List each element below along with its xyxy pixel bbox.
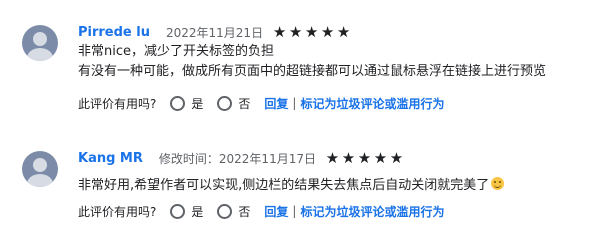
no-label: 否 xyxy=(238,204,251,219)
no-radio[interactable] xyxy=(217,203,233,219)
helpful-no-option[interactable]: 否 xyxy=(217,203,250,220)
smiling-face-emoji-icon xyxy=(491,177,505,190)
star-rating: ★ ★ ★ ★ ★ xyxy=(325,150,405,166)
review-date: 修改时间：2022年11月17日 xyxy=(158,151,316,166)
star-icon: ★ xyxy=(336,23,351,41)
report-abuse-link[interactable]: 标记为垃圾评论或滥用行为 xyxy=(300,203,444,220)
report-abuse-link[interactable]: 标记为垃圾评论或滥用行为 xyxy=(300,95,444,112)
avatar xyxy=(22,25,58,61)
author-name: Kang MR xyxy=(78,150,143,166)
helpful-no-option[interactable]: 否 xyxy=(217,95,250,112)
star-icon: ★ xyxy=(288,23,303,41)
helpful-question: 此评价有用吗? xyxy=(78,96,157,111)
review-header: Pirrede lu 2022年11月21日 ★ ★ ★ ★ ★ xyxy=(78,24,352,40)
star-icon: ★ xyxy=(373,149,388,167)
link-separator: | xyxy=(292,96,297,110)
star-icon: ★ xyxy=(357,149,372,167)
helpful-row: 此评价有用吗? 是 否 回复 | 标记为垃圾评论或滥用行为 xyxy=(78,201,444,221)
avatar-body xyxy=(27,48,53,61)
review-date: 2022年11月21日 xyxy=(165,25,264,40)
review-text-line: 非常nice，减少了开关标签的负担 xyxy=(78,44,274,59)
avatar xyxy=(22,151,58,187)
helpful-yes-option[interactable]: 是 xyxy=(170,95,203,112)
star-icon: ★ xyxy=(325,149,340,167)
reply-link[interactable]: 回复 xyxy=(264,203,288,220)
helpful-row: 此评价有用吗? 是 否 回复 | 标记为垃圾评论或滥用行为 xyxy=(78,93,444,113)
star-icon: ★ xyxy=(389,149,404,167)
helpful-yes-option[interactable]: 是 xyxy=(170,203,203,220)
review-text: 非常好用,希望作者可以实现,侧边栏的结果失去焦点后自动关闭就完美了 xyxy=(78,176,505,196)
star-icon: ★ xyxy=(341,149,356,167)
yes-radio[interactable] xyxy=(170,203,186,219)
avatar-head xyxy=(33,158,47,172)
yes-radio[interactable] xyxy=(170,95,186,111)
helpful-question: 此评价有用吗? xyxy=(78,204,157,219)
avatar-body xyxy=(27,174,53,187)
avatar-head xyxy=(33,32,47,46)
review-text-line: 有没有一种可能，做成所有页面中的超链接都可以通过鼠标悬浮在链接上进行预览 xyxy=(78,64,547,79)
star-icon: ★ xyxy=(304,23,319,41)
review-text-content: 非常好用,希望作者可以实现,侧边栏的结果失去焦点后自动关闭就完美了 xyxy=(78,178,490,193)
star-icon: ★ xyxy=(320,23,335,41)
no-radio[interactable] xyxy=(217,95,233,111)
reply-link[interactable]: 回复 xyxy=(264,95,288,112)
no-label: 否 xyxy=(238,96,251,111)
author-name: Pirrede lu xyxy=(78,24,150,40)
link-separator: | xyxy=(292,204,297,218)
star-icon: ★ xyxy=(272,23,287,41)
review-text: 非常nice，减少了开关标签的负担 有没有一种可能，做成所有页面中的超链接都可以… xyxy=(78,42,546,82)
review-header: Kang MR 修改时间：2022年11月17日 ★ ★ ★ ★ ★ xyxy=(78,150,405,166)
yes-label: 是 xyxy=(191,96,204,111)
star-rating: ★ ★ ★ ★ ★ xyxy=(272,24,352,40)
yes-label: 是 xyxy=(191,204,204,219)
review-text-line: 非常好用,希望作者可以实现,侧边栏的结果失去焦点后自动关闭就完美了 xyxy=(78,176,505,196)
